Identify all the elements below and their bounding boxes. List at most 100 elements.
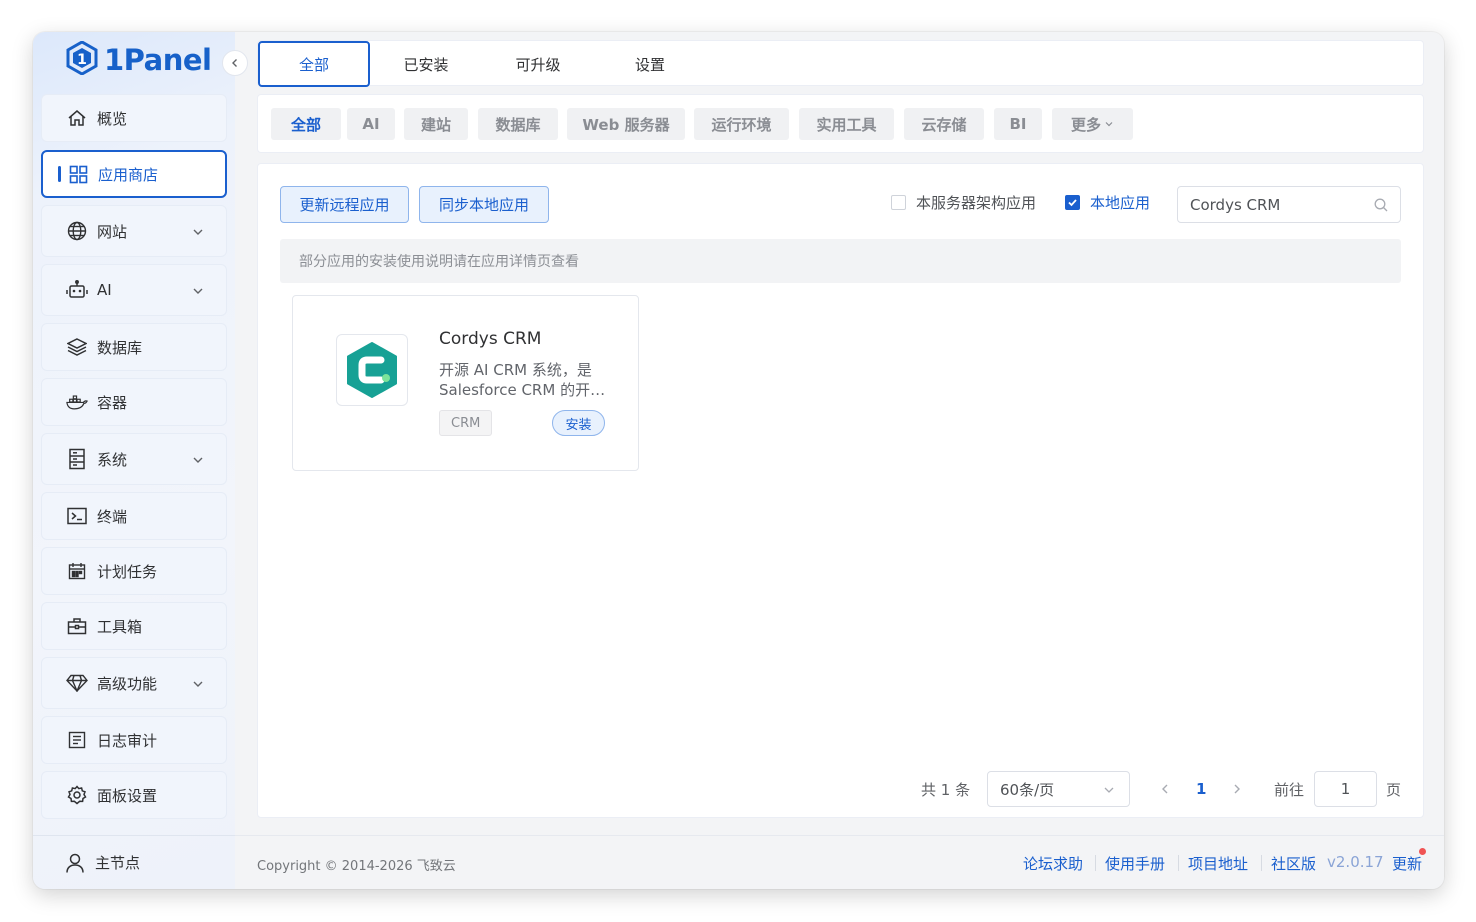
sidebar-item-label: 概览 — [97, 109, 128, 128]
calendar-icon — [66, 560, 88, 582]
robot-icon — [66, 279, 88, 301]
category-website[interactable]: 建站 — [404, 108, 468, 140]
home-icon — [66, 107, 88, 129]
checkbox-box — [891, 195, 906, 210]
sidebar-item-containers[interactable]: 容器 — [41, 378, 227, 426]
page-number-current[interactable]: 1 — [1196, 771, 1206, 807]
sidebar-item-system[interactable]: 系统 — [41, 433, 227, 485]
edition-link[interactable]: 社区版 — [1271, 853, 1316, 874]
local-apps-checkbox[interactable]: 本地应用 — [1065, 192, 1150, 213]
chevron-down-icon — [192, 224, 204, 242]
sidebar-item-label: 容器 — [97, 393, 128, 412]
tab-all[interactable]: 全部 — [258, 41, 370, 87]
sidebar-item-panel-settings[interactable]: 面板设置 — [41, 771, 227, 819]
category-bi[interactable]: BI — [994, 108, 1042, 140]
local-apps-label: 本地应用 — [1090, 194, 1151, 212]
category-more[interactable]: 更多 — [1052, 108, 1133, 140]
sidebar-item-label: 系统 — [97, 450, 128, 469]
sidebar-item-database[interactable]: 数据库 — [41, 323, 227, 371]
toolbox-icon — [66, 615, 88, 637]
terminal-icon — [66, 505, 88, 527]
category-database[interactable]: 数据库 — [478, 108, 558, 140]
category-more-label: 更多 — [1070, 115, 1101, 134]
main-area: 全部 已安装 可升级 设置 全部 AI 建站 数据库 Web 服务器 运行环境 … — [235, 32, 1444, 889]
user-icon — [65, 852, 85, 874]
grid-icon — [67, 163, 89, 185]
logo[interactable]: 1 1Panel — [66, 40, 212, 79]
node-label: 主节点 — [95, 854, 141, 872]
category-all[interactable]: 全部 — [271, 108, 341, 140]
chevron-down-icon — [192, 676, 204, 694]
sync-local-apps-button[interactable]: 同步本地应用 — [419, 186, 549, 223]
sidebar: 1 1Panel 概览 应用商店 网站 AI 数据库 容器 系统 终端 计划任务… — [33, 32, 235, 889]
page-size-select[interactable]: 60条/页 — [987, 771, 1130, 807]
tab-settings[interactable]: 设置 — [594, 41, 706, 87]
chevron-down-icon — [192, 452, 204, 470]
sidebar-item-label: AI — [97, 281, 112, 299]
search-icon[interactable] — [1374, 198, 1388, 216]
sidebar-item-label: 高级功能 — [97, 674, 158, 693]
search-value: Cordys CRM — [1190, 195, 1281, 214]
node-selector[interactable]: 主节点 — [33, 835, 235, 889]
category-runtime[interactable]: 运行环境 — [694, 108, 789, 140]
sidebar-item-cron[interactable]: 计划任务 — [41, 547, 227, 595]
update-remote-apps-button[interactable]: 更新远程应用 — [280, 186, 409, 223]
globe-icon — [66, 220, 88, 242]
app-icon — [336, 334, 408, 406]
app-card[interactable]: Cordys CRM 开源 AI CRM 系统，是 Salesforce CRM… — [292, 295, 639, 471]
update-link[interactable]: 更新 — [1392, 853, 1422, 874]
forum-link[interactable]: 论坛求助 — [1023, 853, 1083, 874]
top-tabs: 全部 已安装 可升级 设置 — [257, 40, 1424, 87]
app-description: 开源 AI CRM 系统，是 Salesforce CRM 的开源替代方案 — [439, 360, 607, 400]
manual-link[interactable]: 使用手册 — [1105, 853, 1165, 874]
sidebar-item-label: 工具箱 — [97, 617, 143, 636]
arch-filter-label: 本服务器架构应用 — [916, 194, 1037, 212]
app-window: 1 1Panel 概览 应用商店 网站 AI 数据库 容器 系统 终端 计划任务… — [33, 32, 1444, 889]
category-storage[interactable]: 云存储 — [904, 108, 984, 140]
collapse-sidebar-button[interactable] — [222, 50, 248, 76]
category-ai[interactable]: AI — [347, 108, 395, 140]
install-button[interactable]: 安装 — [552, 410, 605, 436]
arch-filter-checkbox[interactable]: 本服务器架构应用 — [891, 192, 1036, 213]
tab-upgradable[interactable]: 可升级 — [482, 41, 594, 87]
app-description-line1: 开源 AI CRM 系统，是 — [439, 361, 592, 379]
chevron-down-icon — [1103, 784, 1115, 796]
sidebar-item-overview[interactable]: 概览 — [41, 94, 227, 142]
sidebar-item-advanced[interactable]: 高级功能 — [41, 657, 227, 709]
svg-text:1: 1 — [77, 52, 87, 68]
sidebar-item-terminal[interactable]: 终端 — [41, 492, 227, 540]
divider — [1095, 855, 1096, 871]
server-icon — [66, 448, 88, 470]
prev-page-button[interactable] — [1160, 771, 1170, 807]
footer: Copyright © 2014-2026 飞致云 论坛求助 使用手册 项目地址… — [235, 835, 1444, 889]
copyright: Copyright © 2014-2026 飞致云 — [257, 859, 456, 874]
project-link[interactable]: 项目地址 — [1188, 853, 1248, 874]
sidebar-item-logs[interactable]: 日志审计 — [41, 716, 227, 764]
sidebar-item-label: 日志审计 — [97, 731, 158, 750]
page-suffix: 页 — [1386, 780, 1402, 799]
layers-icon — [66, 336, 88, 358]
sidebar-item-label: 应用商店 — [98, 165, 159, 184]
chevron-down-icon — [1104, 119, 1114, 129]
tab-installed[interactable]: 已安装 — [370, 41, 482, 87]
category-web-server[interactable]: Web 服务器 — [567, 108, 685, 140]
divider — [1261, 855, 1262, 871]
sidebar-item-ai[interactable]: AI — [41, 264, 227, 316]
check-icon — [1065, 195, 1080, 210]
sidebar-item-label: 计划任务 — [97, 562, 158, 581]
sidebar-item-label: 网站 — [97, 222, 128, 241]
sidebar-item-websites[interactable]: 网站 — [41, 205, 227, 257]
app-name[interactable]: Cordys CRM — [439, 329, 541, 349]
category-tools[interactable]: 实用工具 — [799, 108, 894, 140]
app-description-line2: Salesforce CRM 的开源替代方案 — [439, 381, 607, 399]
next-page-button[interactable] — [1232, 771, 1242, 807]
sidebar-item-app-store[interactable]: 应用商店 — [41, 150, 227, 198]
gear-icon — [66, 784, 88, 806]
search-input[interactable]: Cordys CRM — [1177, 186, 1401, 223]
category-filter: 全部 AI 建站 数据库 Web 服务器 运行环境 实用工具 云存储 BI 更多 — [257, 94, 1424, 153]
sidebar-item-toolbox[interactable]: 工具箱 — [41, 602, 227, 650]
chevron-down-icon — [192, 283, 204, 301]
goto-page-input[interactable]: 1 — [1314, 771, 1377, 807]
chevron-left-icon — [230, 58, 240, 68]
divider — [1178, 855, 1179, 871]
